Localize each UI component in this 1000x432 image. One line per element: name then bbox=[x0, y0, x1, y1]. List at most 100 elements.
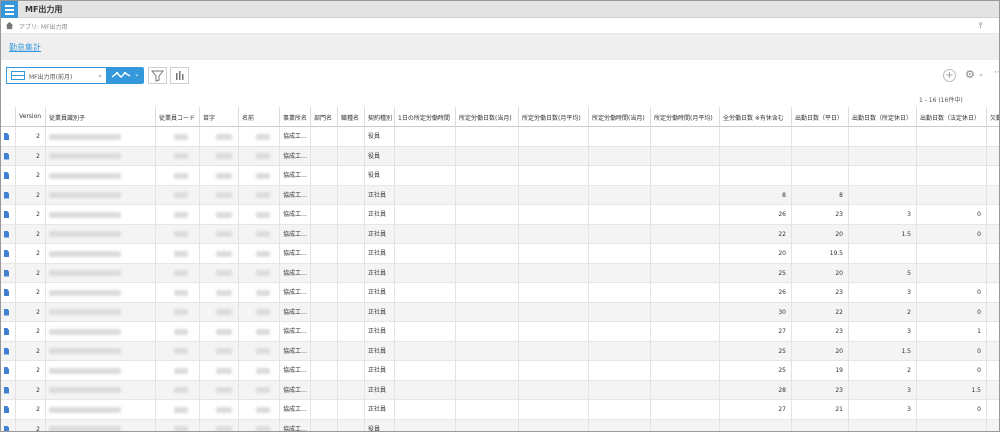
column-header-hours_month[interactable]: 所定労働時間(当月) bbox=[589, 107, 651, 127]
app-frame: MF出力用 アプリ: MF出力用 ⫯ 勤怠集計 MF出力用(前月) ⌄ ⌄ + … bbox=[0, 0, 1000, 432]
cell-icon[interactable] bbox=[1, 224, 16, 244]
column-header-days_avg[interactable]: 所定労働日数(月平均) bbox=[519, 107, 589, 127]
table-row[interactable]: 2 協成工… 役員 bbox=[1, 166, 999, 186]
table-row[interactable]: 2 協成工… 正社員 25 20 5 bbox=[1, 263, 999, 283]
record-detail-icon[interactable] bbox=[4, 172, 9, 179]
breadcrumb[interactable]: アプリ: MF出力用 bbox=[19, 22, 68, 31]
cell-icon[interactable] bbox=[1, 166, 16, 186]
column-header-version[interactable]: Version bbox=[16, 107, 46, 127]
cell-icon[interactable] bbox=[1, 205, 16, 225]
table-row[interactable]: 2 協成工… 正社員 26 23 3 0 bbox=[1, 283, 999, 303]
table-row[interactable]: 2 協成工… 正社員 27 21 3 0 bbox=[1, 400, 999, 420]
graph-button[interactable]: ⌄ bbox=[107, 67, 144, 84]
gear-icon[interactable]: ⚙ bbox=[965, 68, 975, 81]
table-row[interactable]: 2 協成工… 役員 bbox=[1, 127, 999, 147]
chevron-down-icon[interactable]: ⌄ bbox=[978, 70, 984, 78]
cell-mei bbox=[239, 341, 280, 361]
record-detail-icon[interactable] bbox=[4, 191, 9, 199]
table-row[interactable]: 2 協成工… 正社員 27 23 3 1 bbox=[1, 322, 999, 342]
cell-days_month bbox=[456, 302, 519, 322]
cell-icon[interactable] bbox=[1, 283, 16, 303]
record-detail-icon[interactable] bbox=[4, 347, 9, 355]
table-row[interactable]: 2 協成工… 役員 bbox=[1, 419, 999, 431]
column-header-office[interactable]: 事業所名 bbox=[280, 107, 311, 127]
redacted-value bbox=[174, 348, 188, 354]
column-header-mei[interactable]: 名前 bbox=[239, 107, 280, 127]
cell-work_holiday: 3 bbox=[849, 400, 917, 420]
cell-version: 2 bbox=[16, 341, 46, 361]
cell-work_holiday bbox=[849, 127, 917, 147]
column-header-work_weekday[interactable]: 出勤日数（平日） bbox=[792, 107, 849, 127]
column-header-total_days[interactable]: 全労働日数 ※有休含む bbox=[720, 107, 792, 127]
cell-icon[interactable] bbox=[1, 419, 16, 431]
cell-total_days: 26 bbox=[720, 205, 792, 225]
more-icon[interactable]: ⋯ bbox=[994, 67, 999, 78]
table-row[interactable]: 2 協成工… 役員 bbox=[1, 146, 999, 166]
table-row[interactable]: 2 協成工… 正社員 26 23 3 0 bbox=[1, 205, 999, 225]
record-detail-icon[interactable] bbox=[4, 406, 9, 413]
cell-contract: 役員 bbox=[365, 146, 395, 166]
view-selector[interactable]: MF出力用(前月) ⌄ bbox=[6, 67, 107, 84]
column-header-absent[interactable]: 欠勤 bbox=[987, 107, 999, 127]
cell-days_avg bbox=[519, 302, 589, 322]
column-header-position[interactable]: 職種名 bbox=[338, 107, 365, 127]
record-detail-icon[interactable] bbox=[4, 425, 9, 431]
redacted-value bbox=[255, 348, 270, 354]
record-detail-icon[interactable] bbox=[4, 386, 9, 394]
redacted-value bbox=[49, 250, 121, 257]
record-detail-icon[interactable] bbox=[4, 308, 9, 316]
column-header-hours_avg[interactable]: 所定労働時間(月平均) bbox=[651, 107, 720, 127]
table-row[interactable]: 2 協成工… 正社員 30 22 2 0 bbox=[1, 302, 999, 322]
redacted-value bbox=[255, 367, 270, 374]
column-header-work_holiday[interactable]: 出勤日数（所定休日） bbox=[849, 107, 917, 127]
cell-hours_avg bbox=[651, 146, 720, 166]
record-detail-icon[interactable] bbox=[4, 250, 9, 257]
cell-icon[interactable] bbox=[1, 185, 16, 205]
redacted-value bbox=[255, 250, 270, 257]
table-row[interactable]: 2 協成工… 正社員 8 8 bbox=[1, 185, 999, 205]
cell-icon[interactable] bbox=[1, 322, 16, 342]
home-icon[interactable] bbox=[5, 21, 14, 30]
record-detail-icon[interactable] bbox=[4, 289, 9, 296]
cell-icon[interactable] bbox=[1, 400, 16, 420]
column-header-dept[interactable]: 部門名 bbox=[311, 107, 338, 127]
column-header-contract[interactable]: 契約種別 bbox=[365, 107, 395, 127]
filter-button[interactable] bbox=[148, 67, 167, 84]
record-detail-icon[interactable] bbox=[4, 367, 9, 374]
pin-icon[interactable]: ⫯ bbox=[979, 21, 982, 31]
record-detail-icon[interactable] bbox=[4, 211, 9, 218]
cell-icon[interactable] bbox=[1, 380, 16, 400]
record-detail-icon[interactable] bbox=[4, 230, 9, 238]
cell-icon[interactable] bbox=[1, 302, 16, 322]
chart-button[interactable] bbox=[170, 67, 189, 84]
table-row[interactable]: 2 協成工… 正社員 28 23 3 1.5 bbox=[1, 380, 999, 400]
cell-total_days: 30 bbox=[720, 302, 792, 322]
cell-icon[interactable] bbox=[1, 244, 16, 264]
cell-daily_hours bbox=[395, 283, 456, 303]
record-detail-icon[interactable] bbox=[4, 133, 9, 140]
table-row[interactable]: 2 協成工… 正社員 22 20 1.5 0 bbox=[1, 224, 999, 244]
record-detail-icon[interactable] bbox=[4, 152, 9, 160]
record-detail-icon[interactable] bbox=[4, 269, 9, 277]
column-header-emp_id[interactable]: 従業員識別子 bbox=[46, 107, 156, 127]
record-detail-icon[interactable] bbox=[4, 328, 9, 335]
add-record-button[interactable]: + bbox=[943, 69, 956, 82]
column-header-emp_code[interactable]: 従業員コード bbox=[156, 107, 200, 127]
cell-work_weekday: 21 bbox=[792, 400, 849, 420]
cell-icon[interactable] bbox=[1, 263, 16, 283]
column-header-work_legal[interactable]: 出勤日数（法定休日） bbox=[917, 107, 987, 127]
cell-icon[interactable] bbox=[1, 361, 16, 381]
column-header-daily_hours[interactable]: 1日の所定労働時間 bbox=[395, 107, 456, 127]
table-row[interactable]: 2 協成工… 正社員 25 20 1.5 0 bbox=[1, 341, 999, 361]
table-row[interactable]: 2 協成工… 正社員 20 19.5 bbox=[1, 244, 999, 264]
cell-mei bbox=[239, 400, 280, 420]
column-header-sei[interactable]: 苗字 bbox=[200, 107, 239, 127]
cell-icon[interactable] bbox=[1, 341, 16, 361]
cell-office: 協成工… bbox=[280, 322, 311, 342]
table-row[interactable]: 2 協成工… 正社員 25 19 2 0 bbox=[1, 361, 999, 381]
cell-icon[interactable] bbox=[1, 146, 16, 166]
column-header-days_month[interactable]: 所定労働日数(当月) bbox=[456, 107, 519, 127]
tab-attendance-summary[interactable]: 勤怠集計 bbox=[9, 42, 41, 53]
menu-icon[interactable] bbox=[1, 1, 18, 18]
cell-icon[interactable] bbox=[1, 127, 16, 147]
